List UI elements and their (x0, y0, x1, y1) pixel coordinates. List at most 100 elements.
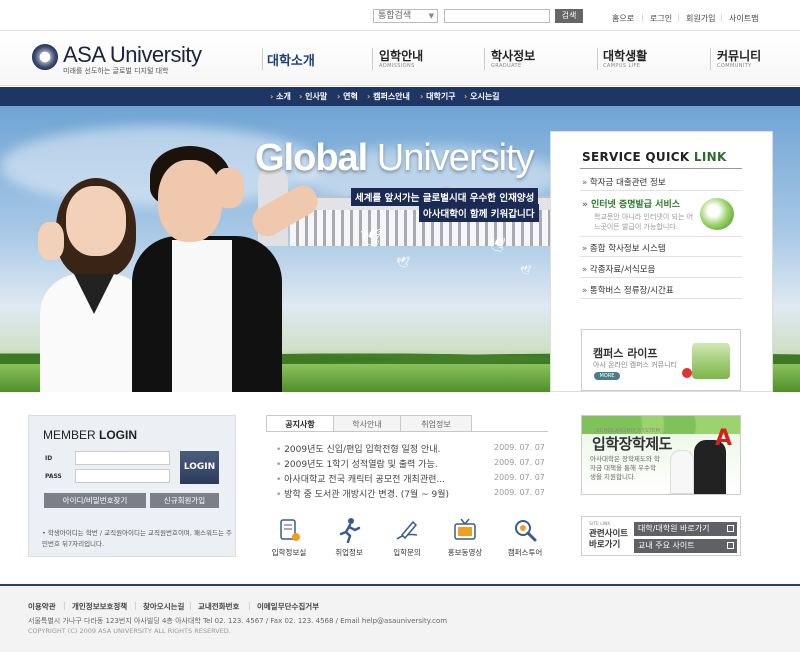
student-girl-hand (38, 222, 64, 260)
footer-link-directions[interactable]: 찾아오시는길 (143, 601, 184, 612)
search-button[interactable]: 검색 (555, 9, 583, 23)
quick-link-title: SERVICE QUICK LINK (582, 150, 727, 164)
footer-link-phone[interactable]: 교내전화번호 (198, 601, 239, 612)
divider (580, 256, 742, 257)
find-id-password-button[interactable]: 아이디/비밀번호찾기 (44, 493, 146, 508)
site-link-campus-sites-button[interactable]: 교내 주요 사이트 (634, 539, 737, 553)
util-link-sitemap[interactable]: 사이트맵 (729, 13, 758, 24)
search-scope-value: 통합검색 (378, 11, 412, 21)
hero-title-rest: University (367, 137, 535, 179)
search-input[interactable] (444, 9, 550, 23)
divider (580, 236, 742, 237)
divider (580, 277, 742, 278)
quick-icon-label: 캠퍼스투어 (507, 548, 543, 557)
university-emblem-icon[interactable] (32, 44, 58, 70)
logo-tagline: 미래를 선도하는 글로벌 디지털 대학 (63, 67, 169, 75)
quick-link-certificate-desc: 학교문안 아니라 인터넷이 되는 어느곳이든 발급이 가능합니다. (594, 213, 694, 231)
runner-icon (335, 517, 363, 544)
laptop-icon (692, 343, 730, 379)
pass-label: PASS (45, 473, 62, 480)
quick-link-academic-system[interactable]: 종합 학사정보 시스템 (582, 242, 666, 254)
quick-link-shuttle-bus[interactable]: 통학버스 정류장/시간표 (582, 284, 674, 296)
logo-name[interactable]: ASA University (63, 42, 202, 68)
square-icon (727, 542, 734, 549)
footer-link-privacy[interactable]: 개인정보보호정책 (72, 601, 127, 612)
subnav-directions[interactable]: 오시는길 (464, 91, 499, 102)
subnav-campus-guide[interactable]: 캠퍼스안내 (367, 91, 410, 102)
gnb-divider (372, 48, 373, 70)
quick-icon-label: 취업정보 (335, 548, 363, 557)
subnav-greeting[interactable]: 인사말 (299, 91, 327, 102)
campus-life-subtitle: 아사 온라인 캠퍼스 커뮤니티 (593, 361, 677, 369)
util-separator: | (641, 13, 644, 22)
id-input[interactable] (75, 451, 170, 465)
util-link-login[interactable]: 로그인 (650, 13, 672, 24)
quick-icon-inquiry[interactable]: 입학문의 (382, 517, 432, 558)
gnb-about[interactable]: 대학소개 (267, 50, 315, 69)
notice-item[interactable]: 2009년도 신입/편입 입학전형 일정 안내. (276, 442, 486, 455)
gnb-community[interactable]: 커뮤니티 (717, 47, 761, 64)
quick-icon-career[interactable]: 취업정보 (324, 517, 374, 558)
quick-icon-label: 홍보동영상 (447, 548, 483, 557)
util-link-join[interactable]: 회원가입 (686, 13, 715, 24)
subnav-history[interactable]: 연혁 (337, 91, 358, 102)
gnb-admissions-en: ADMISSIONS (379, 63, 415, 69)
subnav-intro[interactable]: 소개 (270, 91, 291, 102)
quick-icon-promo-video[interactable]: 홍보동영상 (440, 517, 490, 558)
footer-link-email-policy[interactable]: 이메일무단수집거부 (257, 601, 319, 612)
search-scope-select[interactable]: 통합검색 ▼ (373, 9, 438, 23)
gnb-campus-life[interactable]: 대학생활 (603, 47, 647, 64)
pen-icon (393, 517, 421, 543)
gnb-divider (710, 48, 711, 70)
site-link-en-label: SITE LINK (589, 522, 611, 527)
footer-separator: | (134, 601, 137, 610)
tab-career-info[interactable]: 취업정보 (400, 415, 472, 432)
id-label: ID (45, 455, 53, 462)
hero-title-bold: Global (255, 137, 368, 179)
subnav-organization[interactable]: 대학기구 (420, 91, 455, 102)
gnb-admissions[interactable]: 입학안내 (379, 47, 423, 64)
notice-date: 2009. 07. 07 (494, 443, 545, 452)
square-icon (727, 525, 734, 532)
footer-link-terms[interactable]: 이용약관 (28, 601, 56, 612)
grade-a-icon: A (715, 426, 733, 451)
footer-copyright: COPYRIGHT (C) 2009 ASA UNIVERSITY ALL RI… (28, 627, 231, 635)
notice-item[interactable]: 2009년도 1학기 성적열람 및 출력 가능. (276, 457, 486, 470)
util-separator: | (677, 13, 680, 22)
site-link-title: 관련사이트 바로가기 (589, 529, 629, 550)
divider (580, 168, 742, 169)
footer-address: 서울특별시 가나구 다라동 123번지 아사빌딩 4층 아사대학 Tel 02.… (28, 617, 448, 625)
join-button[interactable]: 신규회원가입 (150, 493, 219, 508)
quick-icon-label: 입학정보실 (271, 548, 307, 557)
site-link-university-button[interactable]: 대학/대학원 바로가기 (634, 522, 737, 536)
quick-icon-admission-info[interactable]: 입학정보실 (264, 517, 314, 558)
student-boy-shirt (172, 240, 232, 392)
login-button[interactable]: LOGIN (180, 451, 219, 484)
util-link-home[interactable]: 홈으로 (612, 13, 634, 24)
dove-icon: 🕊 (488, 238, 506, 254)
footer-separator: | (189, 601, 192, 610)
gnb-divider (597, 48, 598, 70)
quick-link-forms[interactable]: 각종자료/서식모음 (582, 263, 655, 275)
quick-link-loan[interactable]: 학자금 대출관련 정보 (582, 176, 666, 188)
tab-academic-info[interactable]: 학사안내 (333, 415, 401, 432)
dove-icon: 🕊 (396, 256, 410, 269)
tab-notice[interactable]: 공지사항 (266, 415, 334, 432)
password-input[interactable] (75, 469, 170, 483)
gnb-academics[interactable]: 학사정보 (491, 47, 535, 64)
login-title: MEMBER LOGIN (43, 428, 138, 442)
dove-icon: 🕊 (360, 228, 383, 249)
quick-link-certificate[interactable]: 인터넷 증명발급 서비스 (582, 197, 680, 210)
gnb-academics-en: GRADUATE (491, 63, 522, 69)
login-note: • 학생아이디는 학번 / 교직원아이디는 교직원번호이며, 패스워드는 주민번… (42, 529, 232, 548)
campus-life-more-button[interactable]: MORE (594, 372, 620, 380)
quick-icon-campus-tour[interactable]: 캠퍼스투어 (500, 517, 550, 558)
gnb-divider (262, 48, 263, 70)
apple-icon (682, 368, 692, 378)
notice-item[interactable]: 방학 중 도서관 개방시간 변경. (7월 ~ 9월) (276, 487, 486, 500)
notice-item[interactable]: 아사대학교 전국 캐릭터 공모전 개최관련... (276, 472, 486, 485)
scholarship-desc: 아사대학은 장학제도와 학자금 대책을 통해 우수학생을 지원합니다. (590, 455, 660, 481)
divider (580, 190, 742, 191)
gnb-community-en: COMMUNITY (717, 63, 752, 69)
mouse-click-icon[interactable] (700, 198, 734, 230)
